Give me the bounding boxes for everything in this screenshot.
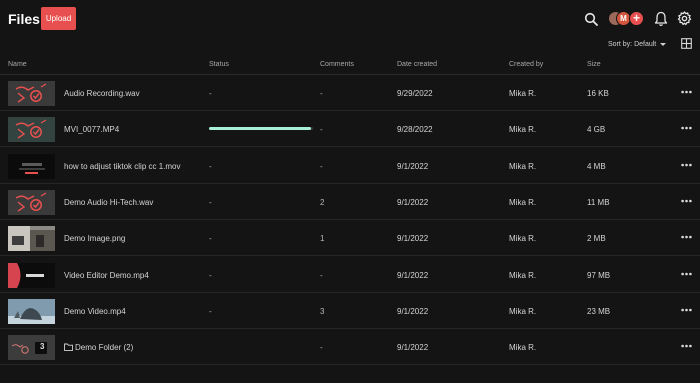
more-options-icon[interactable] <box>681 126 692 130</box>
more-options-icon[interactable] <box>681 344 692 348</box>
file-thumbnail[interactable] <box>8 226 55 252</box>
file-name-text: Audio Recording.wav <box>64 89 140 98</box>
more-options-icon[interactable] <box>681 272 692 276</box>
search-icon[interactable] <box>584 12 598 26</box>
column-header-status[interactable]: Status <box>209 61 229 68</box>
column-header-comments[interactable]: Comments <box>320 61 354 68</box>
table-row[interactable]: Demo Video.mp4 - 3 9/1/2022 Mika R. 23 MB <box>0 293 700 329</box>
created-by: Mika R. <box>509 234 537 244</box>
file-name[interactable]: Video Editor Demo.mp4 <box>64 271 149 280</box>
status-cell: - <box>209 197 212 207</box>
more-options-icon[interactable] <box>681 163 692 167</box>
file-size: 23 MB <box>587 306 611 316</box>
file-thumbnail[interactable]: 3 <box>8 335 55 361</box>
file-name-text: how to adjust tiktok clip cc 1.mov <box>64 161 181 171</box>
file-thumbnail[interactable] <box>8 153 55 179</box>
comments-count: 2 <box>320 197 325 207</box>
file-name[interactable]: MVI_0077.MP4 <box>64 125 119 134</box>
bell-icon[interactable] <box>654 11 668 27</box>
sort-dropdown[interactable]: Sort by: Default <box>608 39 667 49</box>
created-by: Mika R. <box>509 306 537 316</box>
status-cell: - <box>209 89 212 98</box>
add-member-button[interactable]: + <box>629 11 644 26</box>
file-thumbnail[interactable] <box>8 298 55 324</box>
file-thumbnail[interactable] <box>8 189 55 215</box>
comments-count: 3 <box>320 306 325 316</box>
file-name[interactable]: Demo Folder (2) <box>64 343 133 352</box>
date-created: 9/1/2022 <box>397 197 429 207</box>
file-name[interactable]: Demo Audio Hi-Tech.wav <box>64 198 153 207</box>
status-cell: - <box>209 161 212 171</box>
comments-count: - <box>320 161 323 171</box>
file-name-text: Demo Image.png <box>64 234 126 244</box>
table-row[interactable]: Demo Image.png - 1 9/1/2022 Mika R. 2 MB <box>0 220 700 257</box>
comments-count: - <box>320 343 323 353</box>
file-size: 2 MB <box>587 234 606 244</box>
table-row[interactable]: Audio Recording.wav - - 9/29/2022 Mika R. 16 … <box>0 75 700 111</box>
folder-item-count: 3 <box>40 342 45 352</box>
status-cell: - <box>209 234 212 244</box>
created-by: Mika R. <box>509 161 537 171</box>
grid-view-icon[interactable] <box>681 38 692 49</box>
date-created: 9/1/2022 <box>397 270 429 280</box>
created-by: Mika R. <box>509 270 537 280</box>
date-created: 9/1/2022 <box>397 306 429 316</box>
file-name[interactable]: Audio Recording.wav <box>64 89 140 98</box>
sort-label: Sort by: Default <box>608 40 657 48</box>
column-header-created-by[interactable]: Created by <box>509 61 543 68</box>
folder-icon <box>64 343 73 351</box>
column-header-size[interactable]: Size <box>587 61 601 68</box>
created-by: Mika R. <box>509 125 537 135</box>
file-name-text: Demo Audio Hi-Tech.wav <box>64 197 154 207</box>
date-created: 9/1/2022 <box>397 343 429 353</box>
more-options-icon[interactable] <box>681 199 692 203</box>
date-created: 9/28/2022 <box>397 125 433 135</box>
comments-count: - <box>320 270 323 280</box>
collaborator-avatars[interactable]: M + <box>608 11 646 27</box>
column-header-date-created[interactable]: Date created <box>397 61 437 68</box>
file-thumbnail[interactable] <box>8 81 55 106</box>
chevron-down-icon <box>660 42 667 46</box>
more-options-icon[interactable] <box>681 90 692 94</box>
status-cell: - <box>209 306 212 316</box>
file-name-text: Demo Folder (2) <box>75 343 134 353</box>
column-header-name[interactable]: Name <box>8 61 27 68</box>
gear-icon[interactable] <box>677 11 692 26</box>
created-by: Mika R. <box>509 89 537 98</box>
table-row[interactable]: MVI_0077.MP4 - 9/28/2022 Mika R. 4 GB <box>0 111 700 148</box>
top-bar: Files Upload M + Sort by: Default <box>0 0 700 49</box>
file-size: 11 MB <box>587 197 610 207</box>
file-name[interactable]: Demo Image.png <box>64 234 125 243</box>
file-thumbnail[interactable] <box>8 262 55 288</box>
date-created: 9/1/2022 <box>397 234 429 244</box>
file-size: 16 KB <box>587 89 609 98</box>
date-created: 9/29/2022 <box>397 89 433 98</box>
comments-count: 1 <box>320 234 325 244</box>
upload-button[interactable]: Upload <box>41 7 76 30</box>
table-row[interactable]: 3 Demo Folder (2) - 9/1/2022 Mika R. <box>0 329 700 366</box>
file-name-text: MVI_0077.MP4 <box>64 125 120 135</box>
comments-count: - <box>320 125 323 135</box>
table-row[interactable]: how to adjust tiktok clip cc 1.mov - - 9/1/… <box>0 148 700 184</box>
more-options-icon[interactable] <box>681 308 692 312</box>
status-cell: - <box>209 270 212 280</box>
file-name[interactable]: Demo Video.mp4 <box>64 307 126 316</box>
comments-count: - <box>320 89 323 98</box>
file-size: 4 GB <box>587 125 606 135</box>
file-size: 4 MB <box>587 161 606 171</box>
created-by: Mika R. <box>509 197 537 207</box>
more-options-icon[interactable] <box>681 235 692 239</box>
created-by: Mika R. <box>509 343 537 353</box>
file-size: 97 MB <box>587 270 611 280</box>
upload-progress-bar <box>209 127 313 131</box>
date-created: 9/1/2022 <box>397 161 429 171</box>
page-title: Files <box>8 11 40 27</box>
file-name-text: Video Editor Demo.mp4 <box>64 270 149 280</box>
file-name-text: Demo Video.mp4 <box>64 306 126 316</box>
file-name[interactable]: how to adjust tiktok clip cc 1.mov <box>64 162 181 171</box>
file-thumbnail[interactable] <box>8 117 55 143</box>
table-row[interactable]: Demo Audio Hi-Tech.wav - 2 9/1/2022 Mika R. 1… <box>0 184 700 220</box>
table-row[interactable]: Video Editor Demo.mp4 - - 9/1/2022 Mika R. 97… <box>0 257 700 293</box>
